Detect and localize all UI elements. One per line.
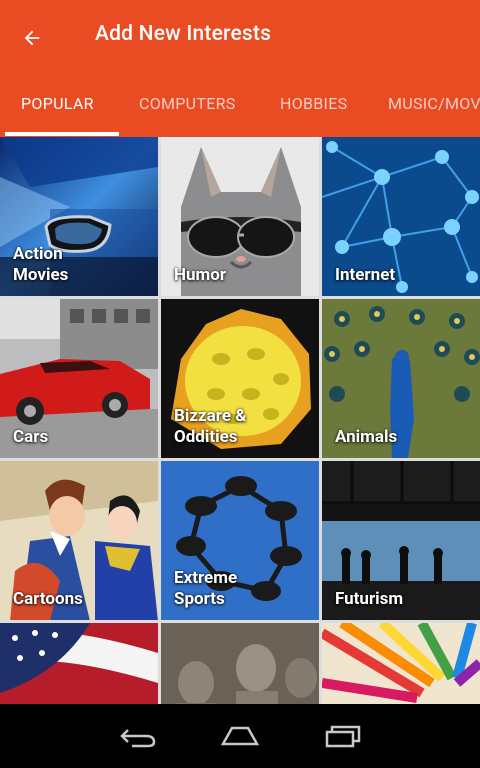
- pencils-image: [322, 623, 480, 704]
- interest-tile-animals[interactable]: Animals: [322, 299, 480, 458]
- nav-back-icon: [120, 729, 156, 748]
- tab-hobbies[interactable]: HOBBIES: [280, 94, 347, 113]
- interest-label: Extreme Sports: [174, 568, 238, 609]
- interest-label: Internet: [335, 265, 396, 285]
- interest-label: Cartoons: [13, 589, 83, 609]
- interest-tile-row4-1[interactable]: [0, 623, 158, 704]
- interest-tile-cartoons[interactable]: Cartoons: [0, 461, 158, 620]
- interest-tile-row4-3[interactable]: [322, 623, 480, 704]
- back-button[interactable]: [14, 20, 50, 56]
- active-tab-indicator: [5, 132, 119, 136]
- interest-tile-cars[interactable]: Cars: [0, 299, 158, 458]
- interest-label: Futurism: [335, 589, 404, 609]
- nav-recents-icon: [325, 725, 361, 748]
- tab-popular[interactable]: POPULAR: [21, 94, 94, 113]
- interest-tile-internet[interactable]: Internet: [322, 137, 480, 296]
- nav-recents-button[interactable]: [313, 718, 373, 754]
- interest-label: Action Movies: [13, 244, 69, 285]
- app-bar: Add New Interests POPULAR COMPUTERS HOBB…: [0, 0, 480, 137]
- category-tabs: POPULAR COMPUTERS HOBBIES MUSIC/MOVIES: [0, 78, 480, 137]
- interest-label: Animals: [335, 427, 398, 447]
- tab-computers[interactable]: COMPUTERS: [139, 94, 236, 113]
- interest-tile-bizzare-oddities[interactable]: Bizzare & Oddities: [161, 299, 319, 458]
- nav-home-button[interactable]: [210, 718, 270, 754]
- interests-grid: Action Movies Humor Internet Cars Bizzar…: [0, 137, 480, 704]
- interest-tile-action-movies[interactable]: Action Movies: [0, 137, 158, 296]
- interest-label: Bizzare & Oddities: [174, 406, 247, 447]
- interest-tile-humor[interactable]: Humor: [161, 137, 319, 296]
- interest-tile-row4-2[interactable]: [161, 623, 319, 704]
- interest-tile-futurism[interactable]: Futurism: [322, 461, 480, 620]
- arrow-back-icon: [24, 30, 40, 46]
- statues-image: [161, 623, 319, 704]
- interest-label: Cars: [13, 427, 49, 447]
- interest-tile-extreme-sports[interactable]: Extreme Sports: [161, 461, 319, 620]
- nav-home-icon: [220, 726, 260, 746]
- nav-back-button[interactable]: [108, 718, 168, 754]
- page-title: Add New Interests: [95, 22, 272, 46]
- system-navigation-bar: [0, 704, 480, 768]
- interest-label: Humor: [174, 265, 227, 285]
- tab-music-movies[interactable]: MUSIC/MOVIES: [388, 94, 480, 113]
- flag-image: [0, 623, 158, 704]
